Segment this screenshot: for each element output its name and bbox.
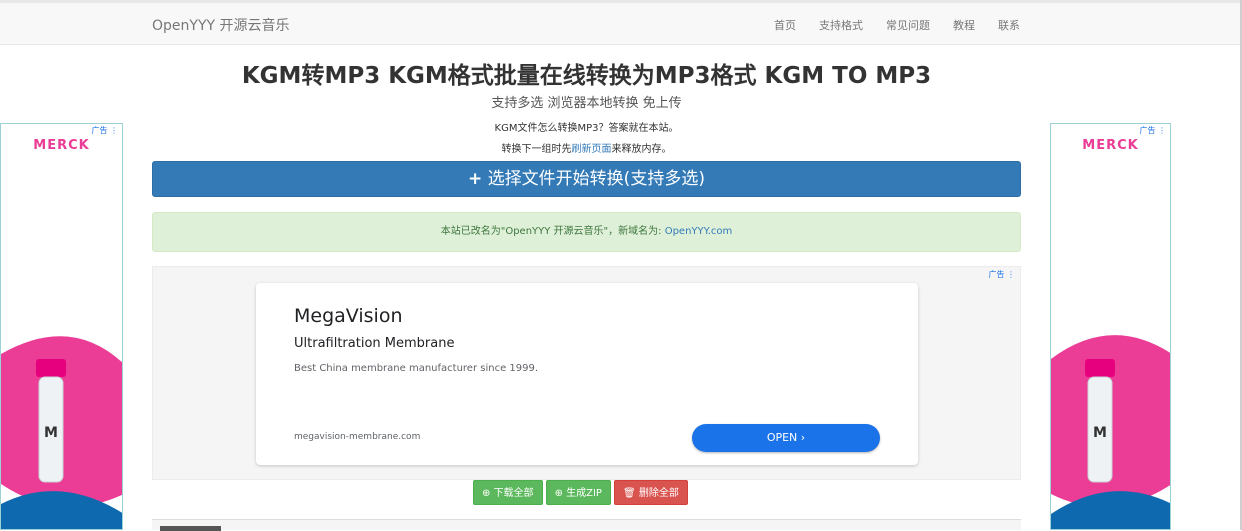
left-side-ad[interactable]: 广告 ⋮ MERCK M — [0, 123, 123, 530]
ad-card[interactable]: MegaVision Ultrafiltration Membrane Best… — [256, 283, 918, 465]
left-ad-label[interactable]: 广告 ⋮ — [91, 125, 118, 136]
rename-notice: 本站已改名为"OpenYYY 开源云音乐"，新域名为: OpenYYY.com — [152, 212, 1021, 252]
intro-text: KGM文件怎么转换MP3？答案就在本站。 — [494, 123, 679, 134]
ad-url[interactable]: megavision-membrane.com — [294, 432, 420, 442]
ad-banner: 广告 ⋮ MegaVision Ultrafiltration Membrane… — [152, 266, 1021, 480]
select-files-button[interactable]: + 选择文件开始转换(支持多选) — [152, 161, 1021, 197]
merck-logo: MERCK — [33, 138, 90, 153]
brand-link[interactable]: OpenYYY 开源云音乐 — [152, 15, 290, 35]
ad-headline[interactable]: MegaVision — [294, 305, 403, 327]
sample-tube-image: M — [1, 336, 122, 529]
notice-text: 本站已改名为"OpenYYY 开源云音乐"，新域名为: — [440, 226, 665, 237]
nav-contact[interactable]: 联系 — [998, 17, 1020, 33]
download-all-button[interactable]: ⊕ 下载全部 — [473, 480, 543, 505]
merck-logo: MERCK — [1082, 138, 1139, 153]
action-buttons: ⊕ 下载全部 ⊕ 生成ZIP 🗑 删除全部 — [473, 480, 688, 505]
file-list-header — [160, 526, 221, 531]
ad-open-button[interactable]: OPEN › — [692, 424, 880, 452]
memory-tip-after: 来释放内存。 — [611, 144, 672, 155]
new-domain-link[interactable]: OpenYYY.com — [665, 226, 733, 237]
delete-all-button[interactable]: 🗑 删除全部 — [613, 480, 688, 505]
nav-home[interactable]: 首页 — [774, 17, 796, 33]
right-side-ad[interactable]: 广告 ⋮ MERCK M — [1050, 123, 1171, 530]
svg-text:M: M — [44, 425, 58, 441]
ad-description: Best China membrane manufacturer since 1… — [294, 363, 539, 374]
nav-tutorial[interactable]: 教程 — [953, 17, 975, 33]
memory-tip: 转换下一组时先刷新页面来释放内存。 — [152, 140, 1021, 155]
select-files-label: 选择文件开始转换(支持多选) — [487, 169, 705, 189]
navbar: OpenYYY 开源云音乐 首页 支持格式 常见问题 教程 联系 — [0, 3, 1240, 45]
memory-tip-before: 转换下一组时先 — [501, 144, 572, 155]
page-subtitle: 支持多选 浏览器本地转换 免上传 — [491, 96, 682, 111]
ad-subhead: Ultrafiltration Membrane — [294, 336, 455, 351]
nav-formats[interactable]: 支持格式 — [819, 17, 863, 33]
file-list-panel — [152, 519, 1021, 531]
svg-text:M: M — [1093, 425, 1107, 441]
refresh-page-link[interactable]: 刷新页面 — [572, 144, 612, 155]
right-ad-label[interactable]: 广告 ⋮ — [1139, 125, 1166, 136]
page-title: KGM转MP3 KGM格式批量在线转换为MP3格式 KGM TO MP3 — [241, 63, 932, 89]
nav-faq[interactable]: 常见问题 — [886, 17, 930, 33]
plus-icon: + — [468, 169, 483, 189]
nav-links: 首页 支持格式 常见问题 教程 联系 — [751, 17, 1020, 33]
sample-tube-image: M — [1051, 335, 1170, 529]
ad-label[interactable]: 广告 ⋮ — [988, 269, 1015, 280]
generate-zip-button[interactable]: ⊕ 生成ZIP — [545, 480, 611, 505]
